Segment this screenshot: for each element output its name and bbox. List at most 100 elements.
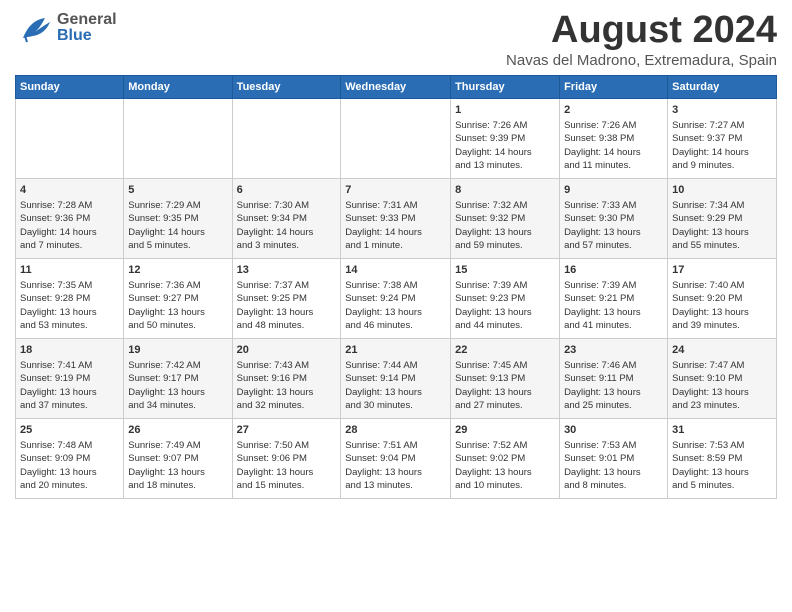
day-number: 29 bbox=[455, 423, 555, 438]
calendar-subtitle: Navas del Madrono, Extremadura, Spain bbox=[506, 52, 777, 69]
calendar-cell: 9 Sunrise: 7:33 AM Sunset: 9:30 PM Daylight… bbox=[560, 178, 668, 258]
day-number: 20 bbox=[237, 343, 337, 358]
calendar-cell: 23Sunrise: 7:46 AMSunset: 9:11 PMDayligh… bbox=[560, 338, 668, 418]
calendar-week-row: 1Sunrise: 7:26 AMSunset: 9:39 PMDaylight… bbox=[16, 98, 777, 178]
calendar-cell: 20Sunrise: 7:43 AMSunset: 9:16 PMDayligh… bbox=[232, 338, 341, 418]
day-detail: Daylight: 13 hours bbox=[455, 307, 532, 318]
day-detail: and 23 minutes. bbox=[672, 400, 740, 411]
day-number: 9 bbox=[564, 183, 663, 198]
calendar-cell: 1Sunrise: 7:26 AMSunset: 9:39 PMDaylight… bbox=[451, 98, 560, 178]
day-number: 10 bbox=[672, 183, 772, 198]
day-detail: and 7 minutes. bbox=[20, 240, 82, 251]
day-detail: Sunrise: 7:47 AM bbox=[672, 360, 744, 371]
calendar-cell: 22Sunrise: 7:45 AMSunset: 9:13 PMDayligh… bbox=[451, 338, 560, 418]
day-detail: Daylight: 13 hours bbox=[20, 307, 97, 318]
day-detail: Sunset: 9:39 PM bbox=[455, 133, 525, 144]
day-number: 15 bbox=[455, 263, 555, 278]
day-detail: Daylight: 13 hours bbox=[237, 387, 314, 398]
day-detail: Sunset: 9:07 PM bbox=[128, 453, 198, 464]
day-detail: Sunrise: 7:42 AM bbox=[128, 360, 200, 371]
day-detail: Sunrise: 7:45 AM bbox=[455, 360, 527, 371]
day-detail: and 11 minutes. bbox=[564, 160, 631, 171]
day-number: 26 bbox=[128, 423, 227, 438]
day-detail: Sunrise: 7:33 AM bbox=[564, 200, 636, 211]
day-detail: Sunset: 9:38 PM bbox=[564, 133, 634, 144]
day-detail: Sunrise: 7:48 AM bbox=[20, 440, 92, 451]
day-detail: Sunrise: 7:27 AM bbox=[672, 120, 744, 131]
day-detail: Sunset: 9:29 PM bbox=[672, 213, 742, 224]
day-number: 25 bbox=[20, 423, 119, 438]
day-detail: Sunset: 9:17 PM bbox=[128, 373, 198, 384]
day-detail: and 46 minutes. bbox=[345, 320, 413, 331]
day-number: 5 bbox=[128, 183, 227, 198]
day-detail: Daylight: 13 hours bbox=[672, 467, 749, 478]
day-detail: Sunset: 9:30 PM bbox=[564, 213, 634, 224]
day-detail: Daylight: 14 hours bbox=[564, 147, 641, 158]
day-detail: Daylight: 13 hours bbox=[455, 387, 532, 398]
day-detail: and 15 minutes. bbox=[237, 480, 305, 491]
weekday-header: Tuesday bbox=[232, 75, 341, 98]
calendar-week-row: 25Sunrise: 7:48 AMSunset: 9:09 PMDayligh… bbox=[16, 418, 777, 498]
day-detail: and 53 minutes. bbox=[20, 320, 88, 331]
day-detail: and 18 minutes. bbox=[128, 480, 196, 491]
logo-wordmark: General Blue bbox=[57, 12, 117, 44]
day-detail: and 5 minutes. bbox=[128, 240, 190, 251]
calendar-table: SundayMondayTuesdayWednesdayThursdayFrid… bbox=[15, 75, 777, 499]
day-detail: Sunset: 9:37 PM bbox=[672, 133, 742, 144]
calendar-cell: 19Sunrise: 7:42 AMSunset: 9:17 PMDayligh… bbox=[124, 338, 232, 418]
day-number: 14 bbox=[345, 263, 446, 278]
day-detail: and 41 minutes. bbox=[564, 320, 632, 331]
day-detail: Sunrise: 7:38 AM bbox=[345, 280, 417, 291]
logo: General Blue bbox=[15, 10, 117, 45]
day-detail: Sunset: 9:28 PM bbox=[20, 293, 90, 304]
day-detail: and 44 minutes. bbox=[455, 320, 523, 331]
logo-bird-icon bbox=[15, 10, 55, 45]
calendar-cell: 29Sunrise: 7:52 AMSunset: 9:02 PMDayligh… bbox=[451, 418, 560, 498]
day-detail: Sunset: 9:19 PM bbox=[20, 373, 90, 384]
day-detail: Daylight: 13 hours bbox=[564, 227, 641, 238]
calendar-cell: 31Sunrise: 7:53 AMSunset: 8:59 PMDayligh… bbox=[668, 418, 777, 498]
day-detail: Daylight: 14 hours bbox=[345, 227, 422, 238]
day-detail: Sunset: 9:21 PM bbox=[564, 293, 634, 304]
day-detail: Sunset: 8:59 PM bbox=[672, 453, 742, 464]
calendar-week-row: 18Sunrise: 7:41 AMSunset: 9:19 PMDayligh… bbox=[16, 338, 777, 418]
day-detail: Daylight: 13 hours bbox=[564, 307, 641, 318]
calendar-cell: 28Sunrise: 7:51 AMSunset: 9:04 PMDayligh… bbox=[341, 418, 451, 498]
calendar-cell: 24Sunrise: 7:47 AMSunset: 9:10 PMDayligh… bbox=[668, 338, 777, 418]
day-detail: Sunrise: 7:29 AM bbox=[128, 200, 200, 211]
calendar-cell: 27Sunrise: 7:50 AMSunset: 9:06 PMDayligh… bbox=[232, 418, 341, 498]
calendar-cell: 18Sunrise: 7:41 AMSunset: 9:19 PMDayligh… bbox=[16, 338, 124, 418]
day-detail: and 39 minutes. bbox=[672, 320, 740, 331]
day-detail: Sunset: 9:23 PM bbox=[455, 293, 525, 304]
calendar-cell: 4Sunrise: 7:28 AMSunset: 9:36 PMDaylight… bbox=[16, 178, 124, 258]
calendar-cell: 21Sunrise: 7:44 AMSunset: 9:14 PMDayligh… bbox=[341, 338, 451, 418]
day-detail: and 34 minutes. bbox=[128, 400, 196, 411]
logo-general-text: General bbox=[57, 12, 117, 28]
calendar-cell: 10Sunrise: 7:34 AMSunset: 9:29 PMDayligh… bbox=[668, 178, 777, 258]
day-detail: Sunset: 9:25 PM bbox=[237, 293, 307, 304]
calendar-cell: 26Sunrise: 7:49 AMSunset: 9:07 PMDayligh… bbox=[124, 418, 232, 498]
day-detail: Sunset: 9:20 PM bbox=[672, 293, 742, 304]
day-detail: Sunset: 9:10 PM bbox=[672, 373, 742, 384]
calendar-cell: 16Sunrise: 7:39 AMSunset: 9:21 PMDayligh… bbox=[560, 258, 668, 338]
day-number: 3 bbox=[672, 103, 772, 118]
day-detail: Sunrise: 7:52 AM bbox=[455, 440, 527, 451]
day-detail: Sunrise: 7:44 AM bbox=[345, 360, 417, 371]
calendar-cell: 2Sunrise: 7:26 AMSunset: 9:38 PMDaylight… bbox=[560, 98, 668, 178]
day-number: 16 bbox=[564, 263, 663, 278]
day-number: 30 bbox=[564, 423, 663, 438]
calendar-cell: 14Sunrise: 7:38 AMSunset: 9:24 PMDayligh… bbox=[341, 258, 451, 338]
day-detail: Daylight: 13 hours bbox=[237, 307, 314, 318]
day-detail: Sunrise: 7:37 AM bbox=[237, 280, 309, 291]
day-detail: Sunrise: 7:28 AM bbox=[20, 200, 92, 211]
weekday-header: Saturday bbox=[668, 75, 777, 98]
day-number: 8 bbox=[455, 183, 555, 198]
day-detail: and 57 minutes. bbox=[564, 240, 632, 251]
day-detail: Sunrise: 7:34 AM bbox=[672, 200, 744, 211]
day-number: 21 bbox=[345, 343, 446, 358]
day-detail: Sunset: 9:14 PM bbox=[345, 373, 415, 384]
calendar-cell: 8Sunrise: 7:32 AMSunset: 9:32 PMDaylight… bbox=[451, 178, 560, 258]
day-detail: and 37 minutes. bbox=[20, 400, 88, 411]
day-number: 12 bbox=[128, 263, 227, 278]
day-detail: Sunrise: 7:53 AM bbox=[564, 440, 636, 451]
